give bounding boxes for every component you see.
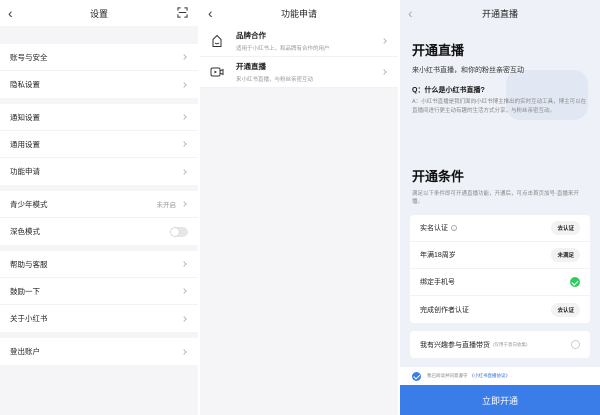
chevron-right-icon (181, 288, 187, 294)
faq-question: Q：什么是小红书直播? (412, 87, 485, 94)
settings-item-general[interactable]: 通用设置 (0, 131, 198, 158)
feature-apply-screen: ‹ 功能申请 品牌合作 适用于小红书上，和品牌有合作的用户 开通直播 来小红书直… (200, 0, 398, 415)
condition-row-creator: 完成创作者认证 去认证 (410, 296, 590, 323)
settings-item-privacy[interactable]: 隐私设置 (0, 71, 198, 98)
feature-item-brand-cooperation[interactable]: 品牌合作 适用于小红书上，和品牌有合作的用户 (200, 26, 398, 57)
settings-item-dark-mode: 深色模式 (0, 218, 198, 245)
settings-screen: ‹ 设置 账号与安全 隐私设置 通知设置 通用设置 功能申请 青少年模式 未开启… (0, 0, 198, 415)
settings-item-label: 关于小红书 (10, 314, 48, 323)
conditions-title: 开通条件 (412, 169, 465, 184)
back-arrow-icon[interactable]: ‹ (8, 4, 13, 22)
scan-icon[interactable] (177, 7, 188, 18)
chevron-right-icon (181, 114, 187, 120)
settings-item-label: 功能申请 (10, 167, 40, 176)
settings-item-teen-mode[interactable]: 青少年模式 未开启 (0, 191, 198, 218)
agreement-link[interactable]: 《小红书直播协议》 (470, 373, 511, 379)
feature-title: 品牌合作 (236, 31, 266, 40)
settings-item-label: 通知设置 (10, 112, 40, 122)
page-title: 设置 (89, 8, 108, 19)
back-arrow-icon[interactable]: ‹ (208, 4, 213, 22)
dark-mode-toggle[interactable] (170, 226, 188, 237)
conditions-header: 开通条件 满足以下条件即可开通直播功能，开通后，可点击首页加号-直播来开播。 (400, 166, 600, 206)
feature-item-live-stream[interactable]: 开通直播 来小红书直播，与粉丝亲密互动 (200, 57, 398, 88)
faq-answer: A：小红书直播是我们面向小红书博主推出的实时互动工具，博主可以在直播间进行更主动… (412, 99, 587, 114)
live-open-screen: ‹ 开通直播 开通直播 来小红书直播，和你的粉丝亲密互动 Q：什么是小红书直播?… (400, 0, 600, 415)
condition-label: 年满18周岁 (420, 252, 456, 259)
page-title: 功能申请 (280, 8, 317, 19)
condition-row-age: 年满18周岁 未满足 (410, 242, 590, 269)
settings-group-logout: 登出账户 (0, 338, 198, 365)
feature-desc: 来小红书直播，与粉丝亲密互动 (236, 77, 314, 83)
settings-item-logout[interactable]: 登出账户 (0, 338, 198, 365)
verify-button[interactable]: 去认证 (551, 221, 580, 235)
settings-item-label: 通用设置 (10, 139, 40, 149)
verify-button[interactable]: 去认证 (551, 302, 580, 317)
chevron-right-icon (181, 141, 187, 147)
info-icon[interactable]: i (451, 225, 457, 231)
agreement-bar: 我已阅读并同意遵守 《小红书直播协议》 (400, 367, 600, 385)
settings-item-help[interactable]: 帮助与客服 (0, 251, 198, 278)
chevron-right-icon (181, 201, 187, 207)
chevron-right-icon (181, 81, 187, 88)
status-badge: 未满足 (551, 248, 580, 262)
settings-item-label: 账号与安全 (10, 52, 48, 62)
chevron-right-icon (181, 315, 187, 322)
settings-item-label: 青少年模式 (10, 199, 48, 209)
settings-nav-bar: ‹ 设置 (0, 0, 198, 26)
page-title: 开通直播 (481, 8, 518, 19)
chevron-right-icon (181, 168, 187, 175)
settings-item-notifications[interactable]: 通知设置 (0, 104, 198, 131)
feature-desc: 适用于小红书上，和品牌有合作的用户 (236, 46, 330, 52)
agree-checkbox[interactable] (412, 371, 421, 381)
hero-title: 开通直播 (412, 43, 465, 58)
settings-group-help: 帮助与客服 鼓励一下 关于小红书 (0, 251, 198, 332)
feature-title: 开通直播 (236, 62, 266, 71)
conditions-desc: 满足以下条件即可开通直播功能，开通后，可点击首页加号-直播来开播。 (412, 191, 579, 205)
chevron-right-icon (381, 69, 387, 75)
agree-text: 我已阅读并同意遵守 (427, 373, 468, 378)
settings-item-account-security[interactable]: 账号与安全 (0, 44, 198, 71)
condition-row-realname: 实名认证 i 去认证 (410, 215, 590, 242)
condition-row-phone: 绑定手机号 (410, 269, 590, 296)
live-hero: 开通直播 来小红书直播，和你的粉丝亲密互动 Q：什么是小红书直播? A：小红书直… (400, 26, 600, 146)
settings-item-label: 鼓励一下 (10, 286, 40, 296)
settings-group-general: 通知设置 通用设置 功能申请 (0, 104, 198, 185)
condition-label: 完成创作者认证 (420, 306, 469, 314)
condition-label: 绑定手机号 (420, 279, 455, 286)
conditions-card: 实名认证 i 去认证 年满18周岁 未满足 绑定手机号 完成创作者认证 去认证 (410, 215, 590, 323)
live-video-icon (210, 67, 224, 77)
interest-option[interactable]: 我有兴趣参与直播带货 (仅用于意向收集) (410, 331, 590, 358)
settings-item-label: 隐私设置 (10, 80, 40, 89)
brand-bag-icon (212, 34, 222, 47)
interest-note: (仅用于意向收集) (493, 341, 528, 347)
hero-subtitle: 来小红书直播，和你的粉丝亲密互动 (412, 67, 524, 74)
open-now-button[interactable]: 立即开通 (400, 385, 600, 415)
settings-item-encourage[interactable]: 鼓励一下 (0, 278, 198, 305)
settings-item-label: 登出账户 (10, 347, 40, 356)
chevron-right-icon (181, 348, 187, 355)
live-nav-bar: ‹ 开通直播 (400, 0, 600, 26)
settings-item-feature-apply[interactable]: 功能申请 (0, 158, 198, 185)
condition-label: 实名认证 (420, 225, 448, 232)
settings-item-label: 深色模式 (10, 227, 40, 236)
chevron-right-icon (181, 261, 187, 267)
teen-mode-status: 未开启 (156, 202, 177, 209)
chevron-right-icon (181, 54, 187, 60)
interest-radio[interactable] (571, 340, 580, 349)
settings-group-account: 账号与安全 隐私设置 (0, 44, 198, 98)
chevron-right-icon (381, 38, 387, 44)
interest-label: 我有兴趣参与直播带货 (420, 341, 490, 349)
back-arrow-icon[interactable]: ‹ (408, 4, 413, 22)
settings-group-modes: 青少年模式 未开启 深色模式 (0, 191, 198, 245)
check-circle-icon (570, 277, 580, 287)
feature-nav-bar: ‹ 功能申请 (200, 0, 398, 26)
settings-item-about[interactable]: 关于小红书 (0, 305, 198, 332)
settings-item-label: 帮助与客服 (10, 259, 48, 269)
